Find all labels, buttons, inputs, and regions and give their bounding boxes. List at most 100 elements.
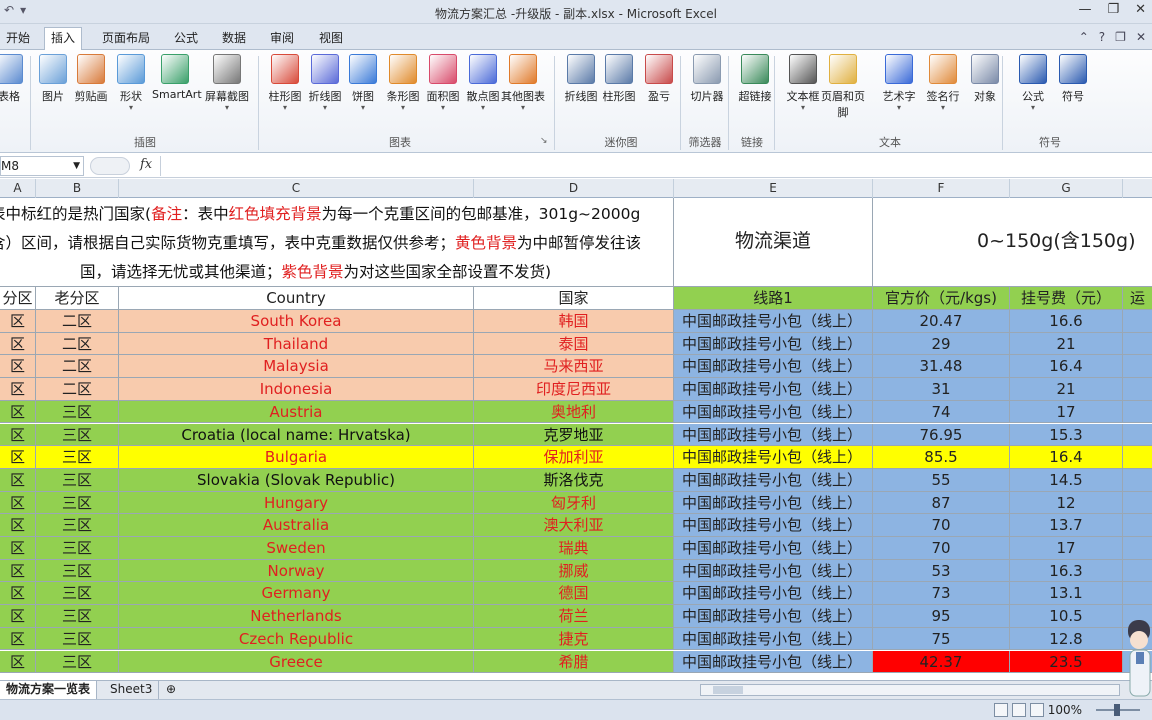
- cell-route[interactable]: 中国邮政挂号小包（线上）: [674, 514, 873, 537]
- cell-official-price[interactable]: 75: [873, 627, 1010, 651]
- cell-next[interactable]: [1123, 378, 1152, 401]
- wordart-button[interactable]: 艺术字 ▾: [876, 54, 922, 112]
- cell-country-cn[interactable]: 德国: [474, 582, 674, 606]
- cell-country-cn[interactable]: 奥地利: [474, 400, 674, 424]
- page-layout-view-icon[interactable]: [1012, 703, 1026, 717]
- cell-next[interactable]: [1123, 491, 1152, 515]
- cell-country[interactable]: Malaysia: [119, 355, 474, 379]
- cell-country-cn[interactable]: 挪威: [474, 559, 674, 583]
- cell-country[interactable]: Czech Republic: [119, 627, 474, 651]
- tab-formulas[interactable]: 公式: [168, 28, 204, 50]
- cell-old-zone[interactable]: 三区: [36, 537, 119, 560]
- chevron-down-icon[interactable]: ▼: [73, 157, 80, 175]
- cell-registration-fee[interactable]: 17: [1010, 537, 1123, 560]
- cell-country[interactable]: Austria: [119, 400, 474, 424]
- cell-registration-fee[interactable]: 21: [1010, 332, 1123, 356]
- table-button[interactable]: 表格: [0, 54, 32, 104]
- cell-country-cn[interactable]: 马来西亚: [474, 355, 674, 379]
- worksheet-grid[interactable]: 表中标红的是热门国家(备注：表中红色填充背景为每一个克重区间的包邮基准，301g…: [0, 198, 1152, 680]
- cell-route[interactable]: 中国邮政挂号小包（线上）: [674, 355, 873, 379]
- winloss-button[interactable]: 盈亏: [636, 54, 682, 104]
- help-icon[interactable]: ?: [1099, 30, 1105, 44]
- cell-zone[interactable]: 区: [0, 582, 36, 606]
- header-footer-button[interactable]: 页眉和页脚: [820, 54, 866, 120]
- cell-registration-fee[interactable]: 16.4: [1010, 355, 1123, 379]
- cell-official-price[interactable]: 29: [873, 332, 1010, 356]
- header-cell-country-cn[interactable]: 国家: [474, 287, 674, 310]
- close-button[interactable]: ✕: [1135, 2, 1146, 17]
- zoom-level[interactable]: 100%: [1048, 703, 1082, 717]
- cell-official-price[interactable]: 20.47: [873, 310, 1010, 333]
- cell-zone[interactable]: 区: [0, 423, 36, 447]
- insert-sheet-icon[interactable]: ⊕: [160, 681, 182, 699]
- minimize-ribbon-icon[interactable]: ⌃: [1079, 30, 1089, 44]
- cell-route[interactable]: 中国邮政挂号小包（线上）: [674, 650, 873, 674]
- cell-official-price[interactable]: 95: [873, 605, 1010, 628]
- tab-review[interactable]: 审阅: [264, 28, 300, 50]
- cell-official-price[interactable]: 42.37: [873, 650, 1010, 674]
- cell-zone[interactable]: 区: [0, 514, 36, 537]
- cell-country-cn[interactable]: 克罗地亚: [474, 423, 674, 447]
- header-cell-official-price[interactable]: 官方价（元/kgs): [873, 287, 1010, 310]
- cell-registration-fee[interactable]: 16.6: [1010, 310, 1123, 333]
- cell-country[interactable]: South Korea: [119, 310, 474, 333]
- cell-next[interactable]: [1123, 423, 1152, 447]
- cell-zone[interactable]: 区: [0, 491, 36, 515]
- cell-country[interactable]: Netherlands: [119, 605, 474, 628]
- cell-old-zone[interactable]: 三区: [36, 627, 119, 651]
- cell-registration-fee[interactable]: 17: [1010, 400, 1123, 424]
- cell-country[interactable]: Australia: [119, 514, 474, 537]
- cell-route[interactable]: 中国邮政挂号小包（线上）: [674, 537, 873, 560]
- cell-old-zone[interactable]: 三区: [36, 423, 119, 447]
- zoom-slider[interactable]: [1096, 704, 1140, 716]
- cell-old-zone[interactable]: 三区: [36, 582, 119, 606]
- column-header-g[interactable]: G: [1010, 179, 1123, 198]
- cell-country-cn[interactable]: 印度尼西亚: [474, 378, 674, 401]
- cell-zone[interactable]: 区: [0, 355, 36, 379]
- cell-official-price[interactable]: 70: [873, 537, 1010, 560]
- column-header-b[interactable]: B: [36, 179, 119, 198]
- horizontal-scrollbar[interactable]: [700, 684, 1120, 696]
- tab-page-layout[interactable]: 页面布局: [96, 28, 156, 50]
- cell-registration-fee[interactable]: 12: [1010, 491, 1123, 515]
- cell-registration-fee[interactable]: 12.8: [1010, 627, 1123, 651]
- hyperlink-button[interactable]: 超链接: [732, 54, 778, 104]
- cell-country-cn[interactable]: 保加利亚: [474, 446, 674, 469]
- cell-old-zone[interactable]: 二区: [36, 310, 119, 333]
- cell-country-cn[interactable]: 韩国: [474, 310, 674, 333]
- channel-title-cell[interactable]: 物流渠道: [674, 198, 873, 287]
- column-header-e[interactable]: E: [674, 179, 873, 198]
- cell-old-zone[interactable]: 三区: [36, 559, 119, 583]
- cell-country-cn[interactable]: 荷兰: [474, 605, 674, 628]
- cell-route[interactable]: 中国邮政挂号小包（线上）: [674, 446, 873, 469]
- cell-route[interactable]: 中国邮政挂号小包（线上）: [674, 423, 873, 447]
- header-cell-route[interactable]: 线路1: [674, 287, 873, 310]
- cell-next[interactable]: [1123, 582, 1152, 606]
- normal-view-icon[interactable]: [994, 703, 1008, 717]
- cell-zone[interactable]: 区: [0, 559, 36, 583]
- cell-next[interactable]: [1123, 310, 1152, 333]
- cell-old-zone[interactable]: 三区: [36, 514, 119, 537]
- cell-route[interactable]: 中国邮政挂号小包（线上）: [674, 332, 873, 356]
- tab-home[interactable]: 开始: [0, 28, 36, 50]
- cell-registration-fee[interactable]: 23.5: [1010, 650, 1123, 674]
- symbol-button[interactable]: 符号: [1050, 54, 1096, 104]
- cell-country[interactable]: Croatia (local name: Hrvatska): [119, 423, 474, 447]
- doc-restore-icon[interactable]: ❐: [1115, 30, 1126, 44]
- formula-input[interactable]: [160, 156, 1152, 176]
- cell-registration-fee[interactable]: 21: [1010, 378, 1123, 401]
- sheet-tab-sheet3[interactable]: Sheet3: [104, 681, 160, 699]
- cell-country[interactable]: Sweden: [119, 537, 474, 560]
- cell-route[interactable]: 中国邮政挂号小包（线上）: [674, 310, 873, 333]
- cell-route[interactable]: 中国邮政挂号小包（线上）: [674, 400, 873, 424]
- cell-registration-fee[interactable]: 15.3: [1010, 423, 1123, 447]
- cell-country-cn[interactable]: 斯洛伐克: [474, 468, 674, 492]
- cell-country-cn[interactable]: 匈牙利: [474, 491, 674, 515]
- header-cell-country[interactable]: Country: [119, 287, 474, 310]
- cell-old-zone[interactable]: 三区: [36, 468, 119, 492]
- cell-registration-fee[interactable]: 14.5: [1010, 468, 1123, 492]
- cell-route[interactable]: 中国邮政挂号小包（线上）: [674, 491, 873, 515]
- cell-zone[interactable]: 区: [0, 650, 36, 674]
- weight-range-cell[interactable]: 0~150g(含150g): [873, 198, 1152, 287]
- cell-official-price[interactable]: 70: [873, 514, 1010, 537]
